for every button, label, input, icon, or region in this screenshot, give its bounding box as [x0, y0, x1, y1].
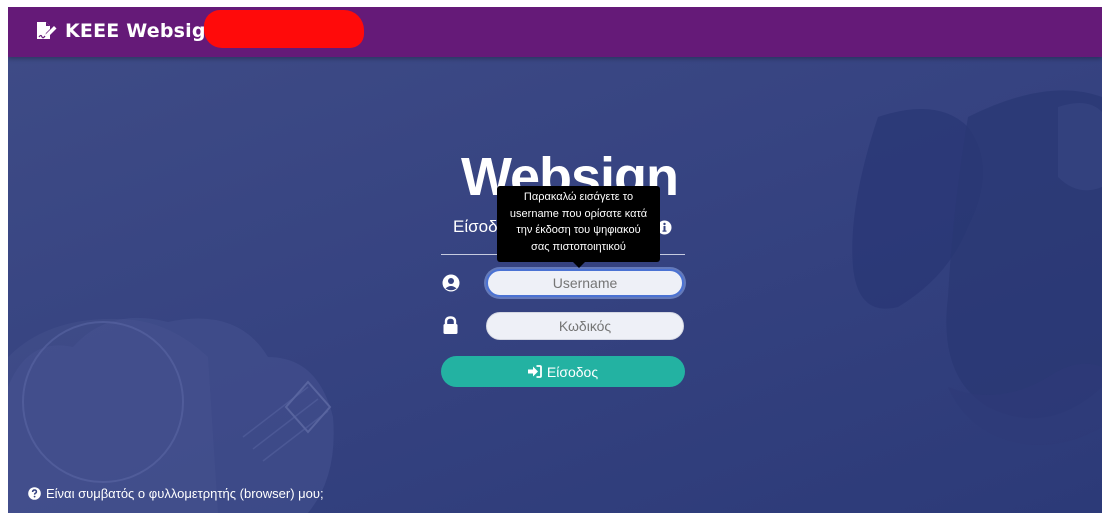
tooltip-line: Παρακαλώ εισάγετε το	[523, 191, 634, 203]
question-circle-icon	[28, 487, 41, 500]
browser-compat-link[interactable]: Είναι συμβατός ο φυλλομετρητής (browser)…	[28, 486, 324, 501]
user-circle-icon	[442, 274, 460, 292]
signature-icon	[37, 22, 57, 39]
username-input[interactable]	[486, 269, 684, 297]
lock-icon	[443, 316, 458, 334]
login-hero: Websign Είσοδ Παρακαλώ εισάγετε το usern…	[8, 57, 1102, 513]
login-button-label: Είσοδος	[546, 363, 599, 380]
app-window: KEEE Websign Websign Είσοδ Παρακαλώ εισά…	[8, 7, 1102, 513]
login-button[interactable]: Είσοδος	[441, 356, 685, 387]
sign-in-icon	[527, 365, 542, 378]
tooltip-line: την έκδοση του ψηφιακού	[516, 224, 641, 236]
redacted-area	[204, 10, 364, 48]
username-tooltip: Παρακαλώ εισάγετε το username που ορίσατ…	[497, 186, 660, 262]
tooltip-arrow	[573, 262, 585, 268]
login-form-area: Websign Είσοδ Παρακαλώ εισάγετε το usern…	[8, 57, 1102, 513]
brand-link[interactable]: KEEE Websign	[36, 20, 219, 42]
login-subtitle: Είσοδ	[453, 217, 498, 236]
password-input[interactable]	[486, 312, 684, 340]
top-navbar: KEEE Websign	[8, 7, 1102, 57]
brand-name: KEEE Websign	[65, 20, 220, 42]
tooltip-line: σας πιστοποιητικού	[531, 240, 626, 253]
browser-compat-text: Είναι συμβατός ο φυλλομετρητής (browser)…	[46, 486, 324, 501]
tooltip-line: username που ορίσατε κατά	[509, 207, 648, 220]
